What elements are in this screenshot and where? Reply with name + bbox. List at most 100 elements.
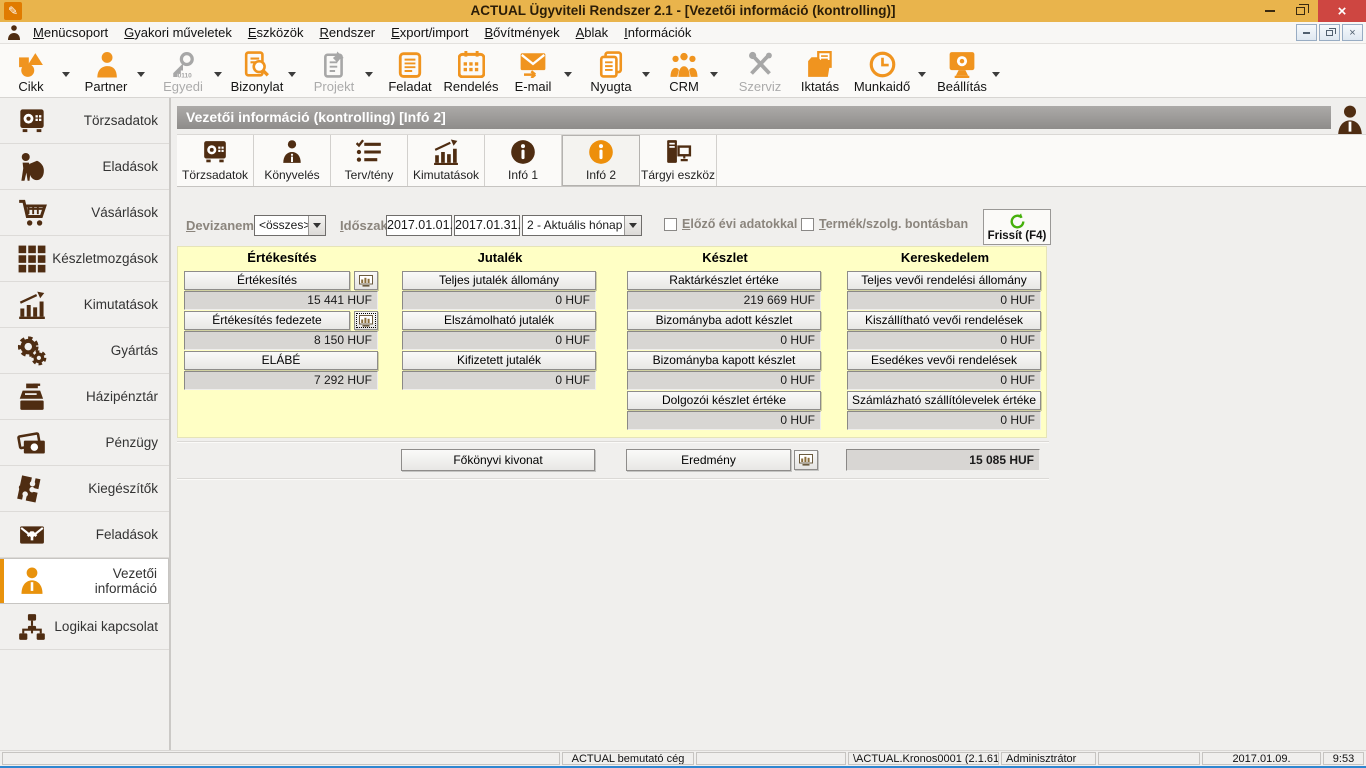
date-to-field[interactable]: 2017.01.31. bbox=[454, 215, 520, 236]
date-from-field[interactable]: 2017.01.01. bbox=[386, 215, 452, 236]
kifizetett-jutalek-button[interactable]: Kifizetett jutalék bbox=[402, 351, 596, 370]
chevron-down-icon[interactable] bbox=[564, 72, 572, 77]
sidebar-item-keszletmozgasok[interactable]: Készletmozgások bbox=[0, 236, 169, 282]
mdi-restore-button[interactable] bbox=[1319, 24, 1340, 41]
teljes-vevoi-rendelesi-button[interactable]: Teljes vevői rendelési állomány bbox=[847, 271, 1041, 290]
menu-gyakori-muveletek[interactable]: Gyakori műveletek bbox=[116, 22, 240, 43]
toolbar-button-cikk[interactable]: Cikk bbox=[3, 48, 59, 94]
checkbox-icon[interactable] bbox=[801, 218, 814, 231]
eredmeny-value-field: 15 085 HUF bbox=[846, 449, 1040, 471]
chevron-down-icon[interactable] bbox=[214, 72, 222, 77]
sidebar-item-kimutatasok[interactable]: Kimutatások bbox=[0, 282, 169, 328]
status-company: ACTUAL bemutató cég bbox=[562, 752, 694, 765]
sidebar-item-feladasok[interactable]: Feladások bbox=[0, 512, 169, 558]
tab-info-2[interactable]: Infó 2 bbox=[562, 135, 640, 186]
checkbox-icon[interactable] bbox=[664, 218, 677, 231]
minimize-button[interactable] bbox=[1255, 0, 1285, 22]
esedekes-rendelesek-button[interactable]: Esedékes vevői rendelések bbox=[847, 351, 1041, 370]
user-menu-icon[interactable] bbox=[7, 25, 21, 40]
toolbar-button-email[interactable]: E-mail bbox=[505, 48, 561, 94]
menu-eszkozok[interactable]: Eszközök bbox=[240, 22, 312, 43]
tab-info-1[interactable]: Infó 1 bbox=[485, 135, 562, 186]
chart-detail-button[interactable] bbox=[794, 450, 818, 470]
title-bar: ✎ ACTUAL Ügyviteli Rendszer 2.1 - [Vezet… bbox=[0, 0, 1366, 22]
sidebar-item-vasarlasok[interactable]: Vásárlások bbox=[0, 190, 169, 236]
tab-torzsadatok[interactable]: Törzsadatok bbox=[177, 135, 254, 186]
menu-informaciok[interactable]: Információk bbox=[616, 22, 699, 43]
restore-icon bbox=[1326, 30, 1333, 36]
status-time: 9:53 bbox=[1323, 752, 1364, 765]
fokonyvi-kivonat-button[interactable]: Főkönyvi kivonat bbox=[401, 449, 595, 471]
chevron-down-icon[interactable] bbox=[137, 72, 145, 77]
elabe-button[interactable]: ELÁBÉ bbox=[184, 351, 378, 370]
chevron-down-icon[interactable] bbox=[624, 216, 641, 235]
toolbar-button-bizonylat[interactable]: Bizonylat bbox=[222, 48, 292, 94]
toolbar-button-rendeles[interactable]: Rendelés bbox=[439, 48, 503, 94]
money-icon bbox=[15, 429, 49, 457]
menu-bovitmenyek[interactable]: Bővítmények bbox=[476, 22, 567, 43]
chevron-down-icon[interactable] bbox=[992, 72, 1000, 77]
eredmeny-button[interactable]: Eredmény bbox=[626, 449, 791, 471]
menu-ablak[interactable]: Ablak bbox=[568, 22, 617, 43]
szamlazhato-szallitolevelek-button[interactable]: Számlázható szállítólevelek értéke bbox=[847, 391, 1041, 410]
chevron-down-icon[interactable] bbox=[365, 72, 373, 77]
menu-export-import[interactable]: Export/import bbox=[383, 22, 476, 43]
raktarkeszlet-button[interactable]: Raktárkészlet értéke bbox=[627, 271, 821, 290]
dolgozoi-keszlet-button[interactable]: Dolgozói készlet értéke bbox=[627, 391, 821, 410]
sidebar-item-hazipenztar[interactable]: Házipénztár bbox=[0, 374, 169, 420]
chevron-down-icon[interactable] bbox=[642, 72, 650, 77]
toolbar-button-crm[interactable]: CRM bbox=[659, 48, 709, 94]
chevron-down-icon[interactable] bbox=[710, 72, 718, 77]
toolbar-button-partner[interactable]: Partner bbox=[76, 48, 136, 94]
close-button[interactable]: × bbox=[1318, 0, 1366, 22]
chevron-down-icon[interactable] bbox=[288, 72, 296, 77]
bizomanyba-adott-button[interactable]: Bizományba adott készlet bbox=[627, 311, 821, 330]
sidebar-item-logikai-kapcsolat[interactable]: Logikai kapcsolat bbox=[0, 604, 169, 650]
prev-year-checkbox[interactable]: Előző évi adatokkal bbox=[664, 217, 797, 231]
breakdown-checkbox[interactable]: Termék/szolg. bontásban bbox=[801, 217, 968, 231]
tab-kimutatasok[interactable]: Kimutatások bbox=[408, 135, 485, 186]
menu-menucsoport[interactable]: Menücsoport bbox=[25, 22, 116, 43]
restore-button[interactable] bbox=[1285, 0, 1315, 22]
cart-icon bbox=[15, 199, 49, 227]
value-field: 8 150 HUF bbox=[184, 331, 378, 350]
period-dropdown[interactable]: 2 - Aktuális hónap bbox=[522, 215, 642, 236]
value-field: 0 HUF bbox=[847, 371, 1041, 390]
sidebar-item-kiegeszitok[interactable]: Kiegészítők bbox=[0, 466, 169, 512]
toolbar-button-projekt: Projekt bbox=[306, 48, 362, 94]
bar-chart-icon bbox=[432, 139, 460, 165]
tab-terv-teny[interactable]: Terv/tény bbox=[331, 135, 408, 186]
clock-icon bbox=[849, 48, 915, 78]
kiszallithato-rendelesek-button[interactable]: Kiszállítható vevői rendelések bbox=[847, 311, 1041, 330]
ertekesites-button[interactable]: Értékesítés bbox=[184, 271, 350, 290]
bizomanyba-kapott-button[interactable]: Bizományba kapott készlet bbox=[627, 351, 821, 370]
toolbar-button-munkaido[interactable]: Munkaidő bbox=[849, 48, 915, 94]
toolbar-button-feladat[interactable]: Feladat bbox=[380, 48, 440, 94]
chevron-down-icon[interactable] bbox=[918, 72, 926, 77]
menu-rendszer[interactable]: Rendszer bbox=[311, 22, 383, 43]
chart-detail-button[interactable] bbox=[354, 311, 378, 330]
tab-targyi-eszkoz[interactable]: Tárgyi eszköz bbox=[640, 135, 717, 186]
toolbar-button-iktatas[interactable]: Iktatás bbox=[794, 48, 846, 94]
value-field: 0 HUF bbox=[847, 331, 1041, 350]
currency-dropdown[interactable]: <összes> bbox=[254, 215, 326, 236]
sidebar-item-gyartas[interactable]: Gyártás bbox=[0, 328, 169, 374]
sidebar-item-eladasok[interactable]: Eladások bbox=[0, 144, 169, 190]
sidebar-item-torzsadatok[interactable]: Törzsadatok bbox=[0, 98, 169, 144]
ertekesites-fedezete-button[interactable]: Értékesítés fedezete bbox=[184, 311, 350, 330]
value-field: 219 669 HUF bbox=[627, 291, 821, 310]
tab-konyveles[interactable]: Könyvelés bbox=[254, 135, 331, 186]
toolbar-button-nyugta[interactable]: Nyugta bbox=[583, 48, 639, 94]
teljes-jutalek-button[interactable]: Teljes jutalék állomány bbox=[402, 271, 596, 290]
mdi-minimize-button[interactable] bbox=[1296, 24, 1317, 41]
chart-detail-button[interactable] bbox=[354, 271, 378, 290]
chevron-down-icon[interactable] bbox=[62, 72, 70, 77]
toolbar-button-beallitas[interactable]: Beállítás bbox=[931, 48, 993, 94]
status-segment bbox=[1098, 752, 1200, 765]
sidebar-item-vezetoi-informacio[interactable]: Vezetői információ bbox=[0, 558, 169, 604]
mdi-close-button[interactable]: × bbox=[1342, 24, 1363, 41]
elszamolhato-jutalek-button[interactable]: Elszámolható jutalék bbox=[402, 311, 596, 330]
sidebar-item-penzugy[interactable]: Pénzügy bbox=[0, 420, 169, 466]
refresh-button[interactable]: Frissít (F4) bbox=[983, 209, 1051, 245]
chevron-down-icon[interactable] bbox=[308, 216, 325, 235]
